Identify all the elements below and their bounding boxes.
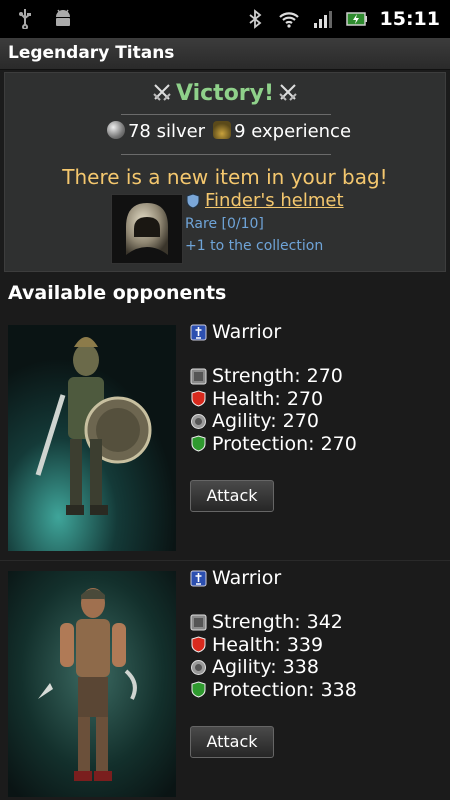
warrior-class-icon (190, 324, 207, 340)
agility-value: Agility: 338 (212, 656, 319, 679)
app-title-bar: Legendary Titans (0, 38, 450, 70)
helmet-image[interactable] (111, 194, 183, 264)
strength-value: Strength: 270 (212, 365, 343, 388)
battery-charging-icon (345, 12, 367, 26)
protection-icon (191, 435, 206, 452)
agility-icon (191, 413, 206, 429)
rewards-row: 78 silver 9 experience (5, 121, 445, 142)
section-title: Available opponents (8, 282, 227, 304)
protection-value: Protection: 270 (212, 432, 357, 455)
stat-agility: Agility: 270 (190, 410, 357, 433)
item-collection-note: +1 to the collection (185, 238, 324, 254)
app-title: Legendary Titans (8, 43, 175, 63)
health-value: Health: 339 (212, 633, 324, 656)
experience-amount: 9 experience (234, 121, 352, 142)
stat-strength: Strength: 342 (190, 611, 357, 634)
opponent-class: Warrior (190, 567, 281, 589)
protection-icon (191, 681, 206, 698)
divider (121, 114, 331, 115)
signal-icon (313, 11, 332, 28)
strength-value: Strength: 342 (212, 611, 343, 634)
bluetooth-icon (248, 9, 261, 29)
battle-result-panel: Victory! 78 silver 9 experience There is … (4, 72, 446, 272)
clock: 15:11 (379, 8, 440, 30)
silver-coin-icon (106, 121, 125, 139)
item-rarity: Rare [0/10] (185, 216, 264, 232)
health-value: Health: 270 (212, 387, 324, 410)
agility-icon (191, 659, 206, 675)
warrior-portrait (8, 325, 176, 551)
attack-button[interactable]: Attack (190, 726, 274, 758)
stat-agility: Agility: 338 (190, 656, 357, 679)
stat-strength: Strength: 270 (190, 365, 357, 388)
warrior-class-icon (190, 570, 207, 586)
divider (121, 154, 331, 155)
strength-icon (190, 368, 207, 385)
stat-protection: Protection: 270 (190, 433, 357, 456)
crossed-swords-icon (153, 84, 171, 101)
opponent-class: Warrior (190, 321, 281, 343)
shield-icon (186, 192, 200, 209)
stat-health: Health: 270 (190, 388, 357, 411)
android-debug-icon (56, 9, 70, 26)
health-icon (191, 636, 206, 653)
usb-icon (19, 9, 31, 29)
stat-health: Health: 339 (190, 634, 357, 657)
agility-value: Agility: 270 (212, 410, 319, 433)
opponent-class-label: Warrior (212, 567, 282, 589)
stat-protection: Protection: 338 (190, 679, 357, 702)
item-name-link[interactable]: Finder's helmet (205, 190, 344, 211)
crossed-swords-icon (279, 84, 297, 101)
silver-amount: 78 silver (127, 121, 206, 142)
attack-button[interactable]: Attack (190, 480, 274, 512)
warrior-portrait (8, 571, 176, 797)
status-bar: 15:11 (0, 0, 450, 38)
wifi-icon (278, 12, 299, 28)
strength-icon (190, 614, 207, 631)
opponent-card: Warrior Strength: 342 Health: 339 Agilit… (0, 560, 450, 800)
protection-value: Protection: 338 (212, 678, 357, 701)
opponent-card: Warrior Strength: 270 Health: 270 Agilit… (0, 315, 450, 555)
experience-icon (213, 121, 232, 139)
victory-text: Victory! (175, 81, 275, 106)
opponent-stats: Strength: 270 Health: 270 Agility: 270 P… (190, 365, 357, 455)
new-item-message: There is a new item in your bag! (62, 165, 388, 189)
health-icon (191, 390, 206, 407)
item-name-row: Finder's helmet (185, 190, 344, 211)
victory-headline: Victory! (5, 81, 445, 106)
opponent-stats: Strength: 342 Health: 339 Agility: 338 P… (190, 611, 357, 701)
opponent-class-label: Warrior (212, 321, 282, 343)
